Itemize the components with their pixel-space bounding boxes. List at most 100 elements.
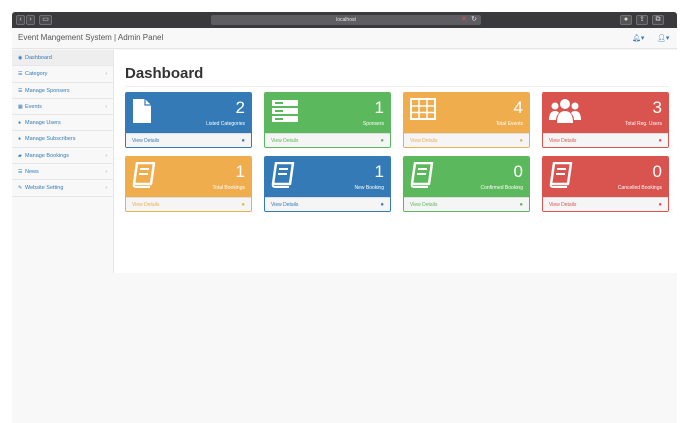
view-details-label: View Details bbox=[410, 138, 438, 144]
category-icon: ☰ bbox=[18, 71, 23, 78]
card-header: 2 Listed Categories bbox=[126, 93, 251, 133]
sidebar-item-label: Category bbox=[25, 71, 48, 78]
view-details-link[interactable]: View Details ● bbox=[126, 133, 251, 147]
arrow-circle-right-icon: ● bbox=[658, 138, 662, 144]
book-icon bbox=[549, 162, 573, 188]
users-group-icon bbox=[549, 99, 581, 123]
arrow-circle-right-icon: ● bbox=[380, 138, 384, 144]
sidebar-item-label: Events bbox=[25, 103, 42, 110]
browser-toolbar: ‹ › ▭ localhost ✕ ↻ ● ⇪ ⧉ bbox=[12, 12, 677, 28]
chevron-left-icon: ‹ bbox=[105, 103, 107, 110]
arrow-circle-right-icon: ● bbox=[519, 202, 523, 208]
address-bar[interactable]: localhost ✕ ↻ bbox=[211, 15, 481, 25]
arrow-circle-right-icon: ● bbox=[241, 202, 245, 208]
card-cancelled-bookings: 0 Cancelled Bookings View Details ● bbox=[542, 156, 669, 212]
view-details-link[interactable]: View Details ● bbox=[404, 133, 529, 147]
card-value: 2 bbox=[235, 98, 245, 117]
card-label: Cancelled Bookings bbox=[617, 185, 662, 191]
dashboard-icon: ◉ bbox=[18, 55, 23, 61]
reload-icon[interactable]: ↻ bbox=[471, 15, 477, 25]
sidebar-item-manage-users[interactable]: ● Manage Users bbox=[12, 115, 113, 132]
view-details-label: View Details bbox=[549, 138, 577, 144]
document-icon bbox=[133, 99, 151, 123]
tabs-icon[interactable]: ⧉ bbox=[652, 15, 664, 25]
card-total-bookings: 1 Total Bookings View Details ● bbox=[125, 156, 252, 212]
card-label: Listed Categories bbox=[206, 121, 245, 127]
card-label: Sponsers bbox=[362, 121, 384, 127]
view-details-link[interactable]: View Details ● bbox=[126, 197, 251, 211]
sidebar-item-label: Manage Sponsers bbox=[25, 87, 70, 94]
sidebar-item-label: Manage Subscribers bbox=[25, 136, 76, 143]
page-title: Dashboard bbox=[125, 65, 204, 82]
sidebar-item-label: Dashboard bbox=[25, 55, 52, 61]
user-icon[interactable]: 👤︎▾ bbox=[657, 34, 669, 42]
card-total-events: 4 Total Events View Details ● bbox=[403, 92, 530, 148]
view-details-label: View Details bbox=[271, 202, 299, 208]
sidebar-item-category[interactable]: ☰ Category ‹ bbox=[12, 66, 113, 83]
sidebar-item-news[interactable]: ☰ News ‹ bbox=[12, 164, 113, 181]
book-icon bbox=[410, 162, 434, 188]
sponsors-icon: ☰ bbox=[18, 87, 23, 94]
stop-icon[interactable]: ✕ bbox=[461, 15, 467, 25]
card-value: 1 bbox=[235, 162, 245, 181]
card-value: 1 bbox=[374, 98, 384, 117]
card-label: Confirmed Booking bbox=[480, 185, 523, 191]
sidebar-item-label: Manage Bookings bbox=[25, 152, 70, 159]
main-content: Dashboard 2 Listed Categories View Detai… bbox=[113, 50, 677, 273]
chevron-right-icon[interactable]: › bbox=[26, 15, 35, 25]
sidebar-item-dashboard[interactable]: ◉ Dashboard bbox=[12, 50, 113, 67]
share-icon[interactable]: ⇪ bbox=[636, 15, 648, 25]
sidebar-item-events[interactable]: ▦ Events ‹ bbox=[12, 99, 113, 116]
brand-title[interactable]: Event Mangement System | Admin Panel bbox=[18, 33, 163, 42]
card-confirmed-booking: 0 Confirmed Booking View Details ● bbox=[403, 156, 530, 212]
news-icon: ☰ bbox=[18, 169, 23, 176]
sidebar-item-manage-bookings[interactable]: ▰ Manage Bookings ‹ bbox=[12, 148, 113, 165]
view-details-link[interactable]: View Details ● bbox=[543, 133, 668, 147]
card-new-booking: 1 New Booking View Details ● bbox=[264, 156, 391, 212]
events-icon: ▦ bbox=[18, 103, 23, 110]
card-value: 3 bbox=[652, 98, 662, 117]
bookings-icon: ▰ bbox=[18, 152, 22, 159]
chevron-left-icon: ‹ bbox=[105, 71, 107, 78]
view-details-link[interactable]: View Details ● bbox=[543, 197, 668, 211]
arrow-circle-right-icon: ● bbox=[380, 202, 384, 208]
card-header: 4 Total Events bbox=[404, 93, 529, 133]
sidebar-item-manage-sponsers[interactable]: ☰ Manage Sponsers bbox=[12, 83, 113, 99]
sidebar-item-manage-subscribers[interactable]: ● Manage Subscribers bbox=[12, 131, 113, 148]
chevron-left-icon: ‹ bbox=[105, 185, 107, 192]
view-details-label: View Details bbox=[132, 138, 160, 144]
wrench-icon: ✎ bbox=[18, 185, 23, 192]
users-icon: ● bbox=[18, 120, 22, 127]
chevron-left-icon: ‹ bbox=[105, 152, 107, 159]
card-header: 1 New Booking bbox=[265, 157, 390, 197]
top-navbar: Event Mangement System | Admin Panel 🔔︎▾… bbox=[12, 28, 677, 49]
grid-icon bbox=[410, 98, 436, 120]
card-header: 3 Total Reg. Users bbox=[543, 93, 668, 133]
sidebar-item-label: Website Setting bbox=[25, 185, 64, 192]
card-value: 0 bbox=[652, 162, 662, 181]
sidebar-icon[interactable]: ▭ bbox=[39, 15, 52, 25]
url-text: localhost bbox=[336, 17, 356, 23]
sidebar: ◉ Dashboard ☰ Category ‹ ☰ Manage Sponsers ▦… bbox=[12, 50, 113, 423]
card-label: Total Bookings bbox=[212, 185, 245, 191]
sidebar-item-label: News bbox=[25, 169, 39, 176]
view-details-link[interactable]: View Details ● bbox=[265, 133, 390, 147]
sidebar-item-label: Manage Users bbox=[25, 120, 61, 127]
view-details-link[interactable]: View Details ● bbox=[265, 197, 390, 211]
sidebar-item-website-setting[interactable]: ✎ Website Setting ‹ bbox=[12, 180, 113, 197]
chevron-left-icon: ‹ bbox=[105, 169, 107, 176]
admin-app: Event Mangement System | Admin Panel 🔔︎▾… bbox=[12, 28, 677, 423]
bell-icon[interactable]: 🔔︎▾ bbox=[632, 34, 644, 42]
card-label: New Booking bbox=[354, 185, 384, 191]
view-details-label: View Details bbox=[132, 202, 160, 208]
card-value: 1 bbox=[374, 162, 384, 181]
chevron-left-icon[interactable]: ‹ bbox=[16, 15, 25, 25]
view-details-label: View Details bbox=[271, 138, 299, 144]
card-label: Total Events bbox=[495, 121, 523, 127]
view-details-link[interactable]: View Details ● bbox=[404, 197, 529, 211]
card-value: 0 bbox=[513, 162, 523, 181]
info-icon[interactable]: ● bbox=[620, 15, 632, 25]
view-details-label: View Details bbox=[549, 202, 577, 208]
card-header: 0 Confirmed Booking bbox=[404, 157, 529, 197]
card-header: 1 Total Bookings bbox=[126, 157, 251, 197]
